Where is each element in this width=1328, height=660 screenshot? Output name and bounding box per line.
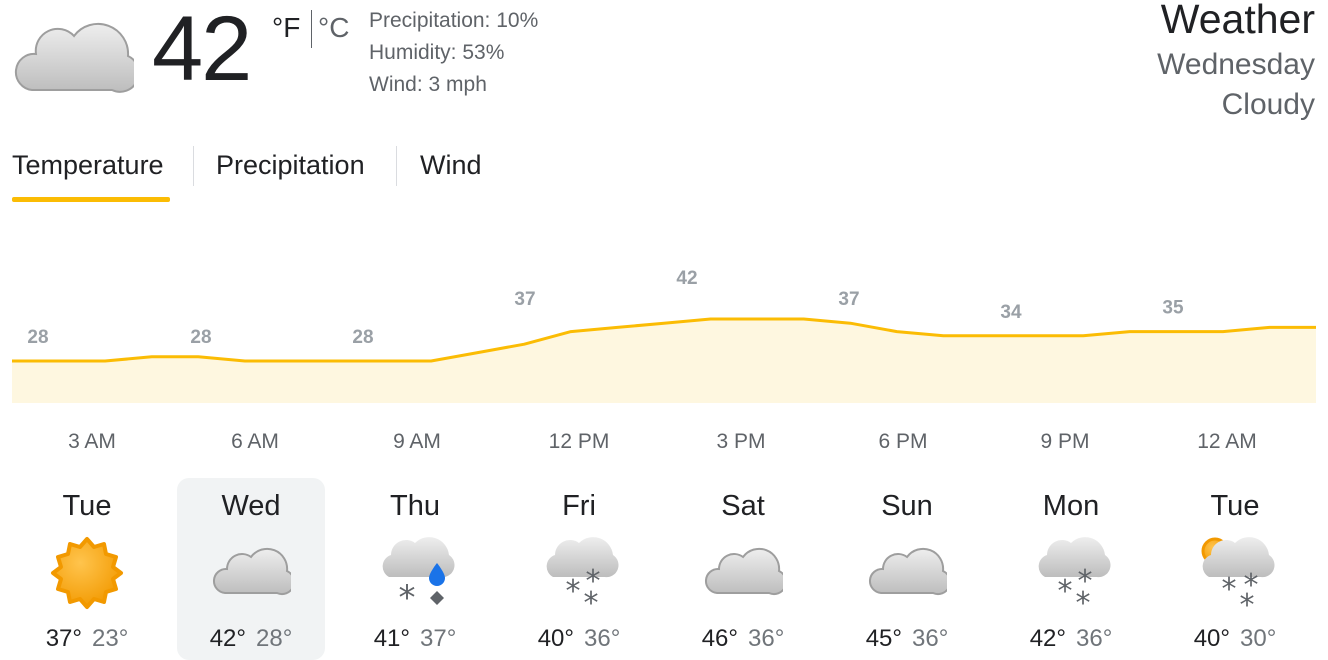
time-label: 9 AM [393, 430, 441, 453]
day-name: Mon [1042, 490, 1100, 522]
day-name: Thu [390, 490, 440, 522]
high-temp: 40° [537, 625, 574, 652]
hourly-temp-label: 28 [352, 327, 373, 348]
tab-temperature[interactable]: Temperature [12, 150, 164, 181]
day-forecast-wed[interactable]: Wed 42° 28° [177, 478, 325, 660]
hourly-temp-label: 28 [27, 327, 48, 348]
day-name: Tue [1210, 490, 1260, 522]
time-label: 6 AM [231, 430, 279, 453]
high-low-temps: 45° 36° [833, 625, 981, 653]
fahrenheit-unit[interactable]: °F [272, 12, 300, 44]
tab-divider [396, 146, 397, 186]
snow-icon: * * * [1031, 533, 1111, 621]
low-temp: 23° [92, 625, 129, 652]
high-low-temps: 37° 23° [13, 625, 161, 653]
high-temp: 42° [209, 625, 246, 652]
current-condition: Cloudy [1221, 88, 1315, 121]
low-temp: 36° [748, 625, 785, 652]
high-temp: 37° [45, 625, 82, 652]
high-temp: 46° [701, 625, 738, 652]
hourly-temp-label: 37 [838, 289, 859, 310]
high-temp: 42° [1029, 625, 1066, 652]
high-low-temps: 42° 36° [997, 625, 1145, 653]
svg-text:*: * [584, 586, 599, 613]
svg-text:*: * [566, 574, 581, 609]
day-forecast-sat[interactable]: Sat 46° 36° [669, 478, 817, 660]
cloudy-icon [867, 533, 952, 613]
cloudy-icon [703, 533, 788, 613]
time-label: 12 AM [1197, 430, 1257, 453]
current-temperature: 42 [152, 0, 252, 100]
humidity-detail: Humidity: 53% [369, 41, 505, 64]
unit-divider [311, 10, 312, 48]
svg-text:*: * [399, 578, 416, 613]
mixed-precipitation-icon: * [375, 533, 455, 618]
tab-wind[interactable]: Wind [420, 150, 482, 181]
tab-precipitation[interactable]: Precipitation [216, 150, 365, 181]
low-temp: 37° [420, 625, 457, 652]
cloudy-icon [12, 10, 140, 96]
hourly-temp-label: 34 [1000, 302, 1022, 323]
high-temp: 41° [373, 625, 410, 652]
hourly-temp-label: 37 [514, 289, 535, 310]
current-day: Wednesday [1157, 48, 1315, 81]
wind-detail: Wind: 3 mph [369, 73, 487, 96]
low-temp: 30° [1240, 625, 1277, 652]
time-label: 9 PM [1040, 430, 1090, 453]
tab-divider [193, 146, 194, 186]
sunny-icon [47, 533, 127, 613]
svg-text:*: * [1222, 572, 1237, 607]
svg-text:*: * [1058, 574, 1073, 609]
low-temp: 36° [912, 625, 949, 652]
high-temp: 40° [1193, 625, 1230, 652]
day-forecast-mon[interactable]: Mon * * * 42° 36° [997, 478, 1145, 660]
svg-text:*: * [1076, 586, 1091, 613]
high-low-temps: 40° 36° [505, 625, 653, 653]
day-name: Fri [562, 490, 596, 522]
time-label: 3 AM [68, 430, 116, 453]
day-forecast-tue[interactable]: Tue * * * 40° 30° [1161, 478, 1309, 660]
day-forecast-fri[interactable]: Fri * * * 40° 36° [505, 478, 653, 660]
high-low-temps: 41° 37° [341, 625, 489, 653]
hourly-temp-label: 35 [1162, 298, 1184, 319]
time-label: 12 PM [548, 430, 610, 453]
celsius-unit-button[interactable]: °C [318, 12, 349, 44]
day-forecast-tue[interactable]: Tue 37° 23° [13, 478, 161, 660]
time-label: 3 PM [716, 430, 766, 453]
high-low-temps: 46° 36° [669, 625, 817, 653]
day-name: Tue [62, 490, 112, 522]
selected-tab-indicator [12, 197, 170, 202]
hourly-temp-label: 28 [190, 327, 211, 348]
time-label: 6 PM [878, 430, 928, 453]
hourly-temp-label: 42 [676, 268, 697, 289]
day-name: Sun [881, 490, 933, 522]
high-low-temps: 40° 30° [1161, 625, 1309, 653]
day-forecast-sun[interactable]: Sun 45° 36° [833, 478, 981, 660]
day-forecast-thu[interactable]: Thu * 41° 37° [341, 478, 489, 660]
low-temp: 36° [1076, 625, 1113, 652]
day-name: Wed [221, 490, 281, 522]
snow-icon: * * * [539, 533, 619, 621]
high-temp: 45° [865, 625, 902, 652]
low-temp: 36° [584, 625, 621, 652]
day-name: Sat [721, 490, 765, 522]
precipitation-detail: Precipitation: 10% [369, 9, 539, 32]
svg-text:*: * [1240, 588, 1255, 613]
partly-cloudy-snow-icon: * * * [1195, 533, 1275, 623]
weather-title: Weather [1160, 0, 1315, 42]
cloudy-icon [211, 533, 296, 613]
high-low-temps: 42° 28° [177, 625, 325, 653]
temperature-chart: 28 28 28 37 42 37 34 35 [12, 268, 1316, 403]
low-temp: 28° [256, 625, 293, 652]
